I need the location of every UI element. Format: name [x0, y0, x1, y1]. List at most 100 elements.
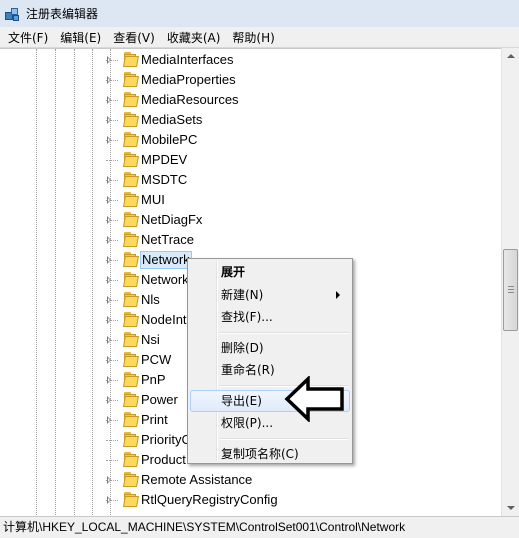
folder-icon [120, 272, 139, 287]
tree-node-label[interactable]: Remote Assistance [140, 471, 253, 489]
tree-node-label[interactable]: Nsi [140, 331, 161, 349]
context-menu-item-label: 新建(N) [221, 287, 264, 302]
tree-node-label[interactable]: PnP [140, 371, 167, 389]
tree-node-label[interactable]: MediaResources [140, 91, 240, 109]
folder-icon [120, 492, 139, 507]
tree-node-label[interactable]: NetDiagFx [140, 211, 203, 229]
expand-triangle-icon[interactable] [107, 196, 111, 204]
context-menu-item-label: 导出(E) [221, 393, 262, 408]
tree-connector-line [106, 160, 118, 161]
folder-icon [120, 72, 139, 87]
menu-favorites[interactable]: 收藏夹(A) [161, 27, 227, 48]
expand-triangle-icon[interactable] [107, 376, 111, 384]
expand-triangle-icon[interactable] [107, 256, 111, 264]
tree-node-label[interactable]: MediaProperties [140, 71, 237, 89]
tree-node-label[interactable]: Network [140, 271, 190, 289]
menu-separator [219, 437, 349, 440]
expand-triangle-icon[interactable] [107, 216, 111, 224]
folder-icon [120, 152, 139, 167]
expand-triangle-icon[interactable] [107, 316, 111, 324]
tree-node[interactable]: RtlQueryRegistryConfig [104, 490, 494, 510]
tree-node-label[interactable]: MediaSets [140, 111, 203, 129]
folder-icon [120, 472, 139, 487]
context-menu-item[interactable]: 复制项名称(C) [190, 443, 350, 465]
folder-icon [120, 332, 139, 347]
tree-node-label[interactable]: MUI [140, 191, 166, 209]
menu-separator [219, 331, 349, 334]
expand-triangle-icon[interactable] [107, 296, 111, 304]
context-menu-item[interactable]: 删除(D) [190, 337, 350, 359]
folder-icon [120, 392, 139, 407]
tree-node-label[interactable]: PCW [140, 351, 172, 369]
folder-icon [120, 92, 139, 107]
scroll-up-icon[interactable] [502, 48, 519, 65]
scroll-thumb[interactable] [503, 249, 518, 331]
folder-icon [120, 112, 139, 127]
tree-connector-line [106, 440, 118, 441]
expand-triangle-icon[interactable] [107, 236, 111, 244]
tree-node-label[interactable]: Product [140, 451, 187, 469]
context-menu-item-label: 查找(F)... [221, 310, 273, 324]
expand-triangle-icon[interactable] [107, 56, 111, 64]
tree-node[interactable]: MediaProperties [104, 70, 494, 90]
scroll-down-icon[interactable] [502, 499, 519, 516]
tree-node-label[interactable]: MPDEV [140, 151, 188, 169]
tree-connector-line [106, 460, 118, 461]
tree-node[interactable]: NetTrace [104, 230, 494, 250]
tree-node[interactable]: Remote Assistance [104, 470, 494, 490]
tree-guide-line [74, 49, 75, 516]
tree-node-label[interactable]: Print [140, 411, 169, 429]
folder-icon [120, 132, 139, 147]
tree-node[interactable]: MediaInterfaces [104, 50, 494, 70]
tree-node-label[interactable]: PriorityC [140, 431, 192, 449]
expand-triangle-icon[interactable] [107, 476, 111, 484]
expand-triangle-icon[interactable] [107, 276, 111, 284]
menu-help[interactable]: 帮助(H) [226, 27, 280, 48]
tree-node[interactable]: MSDTC [104, 170, 494, 190]
registry-editor-icon [4, 6, 20, 22]
tree-guide-line [36, 49, 37, 516]
tree-node-label[interactable]: NetTrace [140, 231, 195, 249]
folder-icon [120, 292, 139, 307]
context-menu-item-label: 删除(D) [221, 340, 264, 355]
tree-node-label[interactable]: MSDTC [140, 171, 188, 189]
tree-node[interactable]: MUI [104, 190, 494, 210]
tree-node[interactable]: MPDEV [104, 150, 494, 170]
tree-node-label[interactable]: RtlQueryRegistryConfig [140, 491, 279, 509]
tree-node[interactable]: MediaResources [104, 90, 494, 110]
window-title: 注册表编辑器 [26, 7, 99, 21]
expand-triangle-icon[interactable] [107, 136, 111, 144]
tree-node-label[interactable]: Power [140, 391, 179, 409]
expand-triangle-icon[interactable] [107, 176, 111, 184]
expand-triangle-icon[interactable] [107, 356, 111, 364]
tree-node-label[interactable]: Nls [140, 291, 161, 309]
title-bar: 注册表编辑器 [0, 0, 519, 27]
context-menu-item[interactable]: 查找(F)... [190, 306, 350, 328]
folder-icon [120, 52, 139, 67]
tree-guide-line [92, 49, 93, 516]
expand-triangle-icon[interactable] [107, 336, 111, 344]
menu-edit[interactable]: 编辑(E) [54, 27, 107, 48]
expand-triangle-icon[interactable] [107, 96, 111, 104]
expand-triangle-icon[interactable] [107, 76, 111, 84]
expand-triangle-icon[interactable] [107, 396, 111, 404]
menu-view[interactable]: 查看(V) [107, 27, 161, 48]
context-menu-item[interactable]: 新建(N) [190, 284, 350, 306]
expand-triangle-icon[interactable] [107, 496, 111, 504]
folder-icon [120, 352, 139, 367]
expand-triangle-icon[interactable] [107, 416, 111, 424]
tree-node-label[interactable]: Network [140, 251, 192, 269]
context-menu-item-label: 展开 [221, 265, 246, 279]
menu-file[interactable]: 文件(F) [2, 27, 54, 48]
tree-node-label[interactable]: MediaInterfaces [140, 51, 235, 69]
expand-triangle-icon[interactable] [107, 116, 111, 124]
tree-node[interactable]: MediaSets [104, 110, 494, 130]
context-menu-item-label: 重命名(R) [221, 363, 275, 377]
tree-node-label[interactable]: MobilePC [140, 131, 198, 149]
context-menu-item[interactable]: 展开 [190, 261, 350, 283]
vertical-scrollbar[interactable] [501, 48, 519, 516]
tree-node[interactable]: MobilePC [104, 130, 494, 150]
tree-node-label[interactable]: NodeInt [140, 311, 188, 329]
tree-node[interactable]: NetDiagFx [104, 210, 494, 230]
context-menu-item-label: 复制项名称(C) [221, 446, 299, 461]
